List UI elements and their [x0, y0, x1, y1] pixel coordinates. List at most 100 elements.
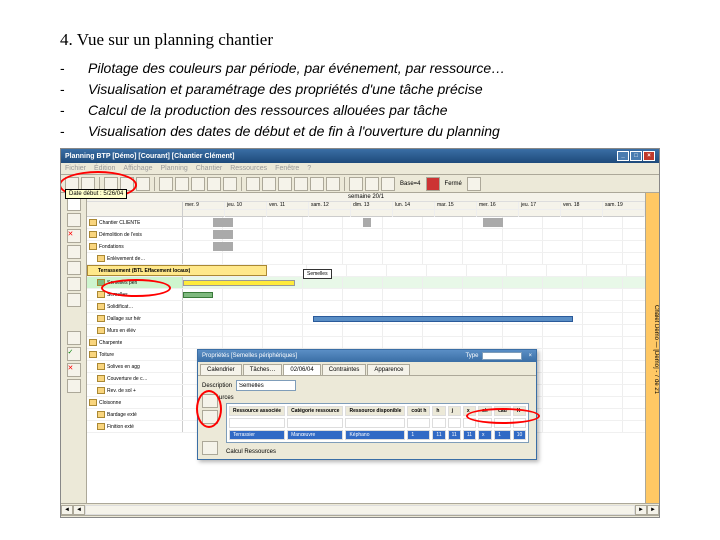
maximize-button[interactable]: □ [630, 151, 642, 161]
side-button[interactable] [67, 331, 81, 345]
menu-item[interactable]: Ressources [230, 165, 267, 172]
task-name[interactable]: Démolition de l'exis [99, 232, 142, 238]
side-button[interactable]: ✓ [67, 347, 81, 361]
toolbar-button[interactable] [246, 177, 260, 191]
resources-label: Ressources [202, 395, 532, 401]
add-button[interactable] [202, 394, 218, 408]
side-button[interactable] [67, 261, 81, 275]
toolbar-button[interactable] [223, 177, 237, 191]
task-name[interactable]: Murs en élév [107, 328, 136, 334]
gantt-bar[interactable] [313, 316, 573, 322]
folder-icon [89, 399, 97, 406]
task-name[interactable]: Charpente [99, 340, 122, 346]
scroll-left-button[interactable]: ◄ [73, 505, 85, 515]
gantt-bar[interactable] [213, 230, 233, 239]
side-button[interactable] [67, 277, 81, 291]
scroll-left-button[interactable]: ◄ [61, 505, 73, 515]
scroll-right-button[interactable]: ► [647, 505, 659, 515]
menu-item[interactable]: Chantier [196, 165, 222, 172]
statusbar: NUM [61, 515, 659, 518]
toolbar-button[interactable] [467, 177, 481, 191]
toolbar-label: Base=4 [397, 181, 424, 187]
side-button[interactable] [67, 293, 81, 307]
slide-title: 4. Vue sur un planning chantier [60, 30, 660, 50]
toolbar-button[interactable] [294, 177, 308, 191]
type-field[interactable] [482, 352, 522, 360]
app-window: Planning BTP [Démo] [Courant] [Chantier … [60, 148, 660, 518]
task-name[interactable]: Toiture [99, 352, 114, 358]
menu-item[interactable]: Planning [160, 165, 187, 172]
dialog-type-label: Type [465, 353, 478, 359]
dialog-tab[interactable]: Contraintes [322, 364, 367, 375]
task-name[interactable]: Semelles peri [107, 280, 137, 286]
side-button[interactable] [67, 379, 81, 393]
desc-input[interactable] [236, 380, 296, 391]
minimize-button[interactable]: _ [617, 151, 629, 161]
gantt-bar[interactable] [483, 218, 503, 227]
side-button[interactable] [67, 213, 81, 227]
toolbar-button[interactable] [365, 177, 379, 191]
folder-icon [89, 243, 97, 250]
toolbar-button[interactable] [349, 177, 363, 191]
dialog-tab[interactable]: Tâches… [243, 364, 283, 375]
menu-item[interactable]: Affichage [123, 165, 152, 172]
toolbar-button[interactable] [381, 177, 395, 191]
gantt-bar[interactable] [363, 218, 371, 227]
task-name[interactable]: Terrassement (BTL Effacement locaux) [98, 268, 190, 274]
dialog-tab[interactable]: 02/06/04 [283, 364, 320, 375]
table-row[interactable] [229, 418, 526, 428]
toolbar-button[interactable] [191, 177, 205, 191]
side-button[interactable] [67, 197, 81, 211]
horizontal-scrollbar[interactable]: ◄ ◄ ► ► [61, 503, 659, 515]
task-name[interactable]: Enlèvement de… [107, 256, 145, 262]
menu-item[interactable]: ? [307, 165, 311, 172]
side-button[interactable] [67, 245, 81, 259]
task-name[interactable]: Dallage sur hér [107, 316, 141, 322]
table-row[interactable]: Terrassier Manœuvre Képhano 1 11 11 11 x… [229, 430, 526, 440]
menu-item[interactable]: Édition [94, 165, 115, 172]
toolbar-button[interactable] [136, 177, 150, 191]
task-name[interactable]: Rev. de sol + [107, 388, 136, 394]
folder-icon [97, 363, 105, 370]
toolbar-button[interactable] [262, 177, 276, 191]
gantt-bar[interactable] [183, 280, 295, 286]
folder-icon [97, 387, 105, 394]
task-name[interactable]: Fondations [99, 244, 124, 250]
task-name[interactable]: Semelles [107, 292, 128, 298]
toolbar-button[interactable] [207, 177, 221, 191]
toolbar-button[interactable] [326, 177, 340, 191]
gantt-bar[interactable] [183, 292, 213, 298]
dialog-close-button[interactable]: × [528, 353, 532, 359]
gantt-bar[interactable] [213, 218, 233, 227]
resources-table[interactable]: Ressource associée Catégorie ressource R… [226, 403, 529, 443]
calc-button[interactable] [202, 441, 218, 455]
folder-icon [97, 411, 105, 418]
task-callout: Semelles [303, 269, 332, 279]
gantt-bar[interactable] [213, 242, 233, 251]
toolbar-button[interactable] [310, 177, 324, 191]
toolbar-button[interactable] [278, 177, 292, 191]
task-name[interactable]: Bardage exté [107, 412, 137, 418]
bullet-item: Pilotage des couleurs par période, par é… [88, 58, 660, 79]
task-name[interactable]: Finition exté [107, 424, 134, 430]
task-name[interactable]: Cloisonne [99, 400, 121, 406]
task-name[interactable]: Solidificat… [107, 304, 133, 310]
task-name[interactable]: Chantier CLIENTE [99, 220, 140, 226]
task-name[interactable]: Solives en agg [107, 364, 140, 370]
dialog-tab[interactable]: Apparence [367, 364, 410, 375]
remove-button[interactable] [202, 410, 218, 424]
dialog-tab[interactable]: Calendrier [200, 364, 242, 375]
side-button[interactable]: ✕ [67, 363, 81, 377]
scroll-right-button[interactable]: ► [635, 505, 647, 515]
menu-item[interactable]: Fichier [65, 165, 86, 172]
side-button[interactable]: ✕ [67, 229, 81, 243]
bullet-item: Visualisation des dates de début et de f… [88, 121, 660, 142]
menu-item[interactable]: Fenêtre [275, 165, 299, 172]
close-button[interactable]: × [643, 151, 655, 161]
toolbar-button[interactable] [175, 177, 189, 191]
left-toolbar: ✕ ✓ ✕ [61, 193, 87, 503]
folder-icon [97, 375, 105, 382]
toolbar-button[interactable] [426, 177, 440, 191]
task-name[interactable]: Couverture de c… [107, 376, 148, 382]
toolbar-button[interactable] [159, 177, 173, 191]
